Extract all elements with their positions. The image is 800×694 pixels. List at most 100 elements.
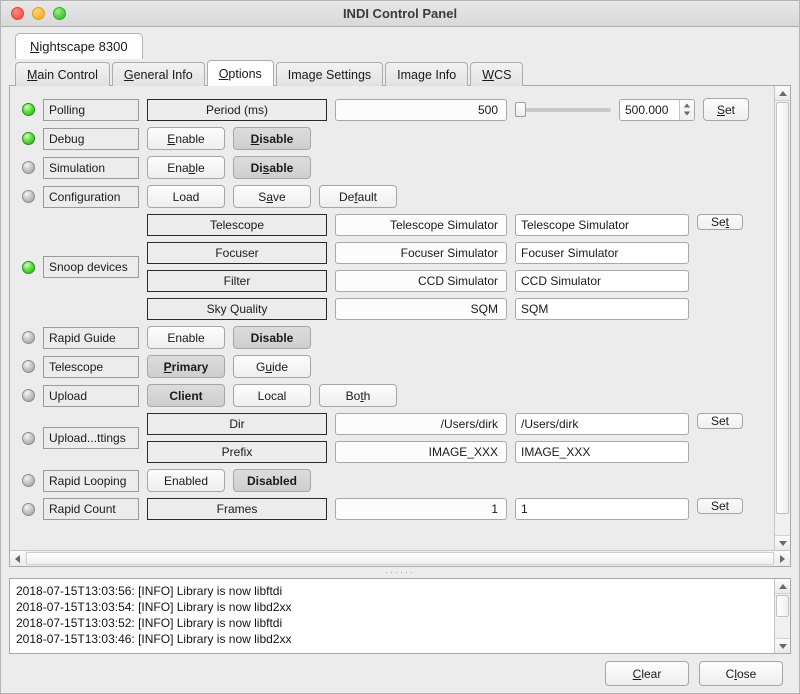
scroll-up-arrow[interactable] — [775, 86, 790, 101]
scroll-left-arrow[interactable] — [10, 551, 25, 566]
device-tab-nightscape-8300[interactable]: Nightscape 8300 — [15, 33, 143, 59]
switch-button-rapid-guide-enable[interactable]: Enable — [147, 326, 225, 349]
spinbox-decrement-icon[interactable] — [683, 111, 691, 116]
spinbox-arrows[interactable] — [679, 99, 694, 120]
set-button-upload-settings[interactable]: Set — [697, 413, 743, 429]
spinbox-increment-icon[interactable] — [683, 103, 691, 108]
tab-label: General Info — [123, 67, 193, 82]
property-label-polling: Polling — [43, 98, 139, 121]
tab-general-info[interactable]: General Info — [111, 62, 205, 86]
status-led-rapid-count — [22, 502, 35, 516]
switch-button-rapid-looping-enabled[interactable]: Enabled — [147, 469, 225, 492]
status-led-simulation — [22, 161, 35, 174]
property-row-polling: Polling Period (ms) 500 500.000 Set — [22, 98, 768, 121]
switch-button-upload-local[interactable]: Local — [233, 384, 311, 407]
log-list: 2018-07-15T13:03:56: [INFO] Library is n… — [10, 579, 774, 653]
text-group-upload-settings: Dir/Users/dirk/Users/dirk Prefix IMAGE_XXX… — [147, 413, 743, 463]
switch-button-upload-both[interactable]: Bo t h — [319, 384, 397, 407]
window-title: INDI Control Panel — [342, 6, 458, 21]
tab-options[interactable]: Options — [206, 60, 274, 86]
log-line: 2018-07-15T13:03:52: [INFO] Library is n… — [16, 616, 283, 630]
indi-control-panel-window: INDI Control Panel Nightscape 8300 Main … — [0, 0, 800, 694]
switch-button-telescope-primary[interactable]: Primary — [147, 355, 225, 378]
input-field-focuser[interactable]: Focuser Simulator — [515, 242, 689, 264]
splitter-handle[interactable]: ······ — [9, 567, 791, 578]
close-button[interactable]: Cl ose — [699, 661, 783, 686]
set-button-snoop-devices[interactable]: Se t — [697, 214, 743, 230]
switch-button-configuration-save[interactable]: Sa ve — [233, 185, 311, 208]
tab-main-control[interactable]: Main Control — [15, 62, 110, 86]
minimize-window-button[interactable] — [32, 7, 45, 20]
horizontal-scroll-thumb[interactable] — [26, 552, 774, 565]
switch-group-upload: Client Local Bo t h — [147, 384, 397, 407]
status-led-debug — [22, 132, 35, 145]
switch-button-rapid-looping-disabled[interactable]: Disabled — [233, 469, 311, 492]
switch-button-simulation-disable[interactable]: Di s able — [233, 156, 311, 179]
switch-group-debug: Enable Disable — [147, 127, 311, 150]
status-led-polling — [22, 103, 35, 116]
input-field-sky-quality[interactable]: SQM — [515, 298, 689, 320]
slider-polling[interactable] — [515, 99, 611, 121]
log-line: 2018-07-15T13:03:46: [INFO] Library is n… — [16, 632, 292, 646]
switch-button-upload-client[interactable]: Client — [147, 384, 225, 407]
vertical-scroll-thumb[interactable] — [776, 102, 789, 514]
log-scroll-thumb[interactable] — [776, 595, 789, 617]
switch-button-configuration-load[interactable]: Load — [147, 185, 225, 208]
property-label-rapid-count: Rapid Count — [43, 498, 139, 520]
property-fields-rapid-guide: Enable Disable — [147, 326, 311, 349]
input-field-telescope[interactable]: Telescope Simulator — [515, 214, 689, 236]
horizontal-scroll-track[interactable] — [25, 551, 775, 566]
switch-button-simulation-enable[interactable]: Ena b le — [147, 156, 225, 179]
input-field-dir[interactable]: /Users/dirk — [515, 413, 689, 435]
tab-wcs[interactable]: WCS — [470, 62, 524, 86]
spinbox-polling[interactable]: 500.000 — [619, 98, 695, 121]
switch-button-debug-enable[interactable]: Enable — [147, 127, 225, 150]
text-rows-snoop-devices: Telescope Telescope Simulator Telescope Si… — [147, 214, 689, 320]
tab-image-settings[interactable]: Image Settings — [275, 62, 384, 86]
vertical-scrollbar[interactable] — [774, 86, 790, 550]
spinbox-value[interactable]: 500.000 — [620, 100, 679, 120]
switch-button-telescope-guide[interactable]: Gu ide — [233, 355, 311, 378]
scroll-right-arrow[interactable] — [775, 551, 790, 566]
close-window-button[interactable] — [11, 7, 24, 20]
property-fields-snoop-devices: Telescope Telescope Simulator Telescope Si… — [147, 214, 743, 320]
switch-button-configuration-default[interactable]: De f ault — [319, 185, 397, 208]
property-label-snoop-devices: Snoop devices — [43, 256, 139, 278]
switch-button-debug-disable[interactable]: Disable — [233, 127, 311, 150]
input-field-frames[interactable]: 1 — [515, 498, 689, 520]
number-group-polling: Period (ms) 500 500.000 Set — [147, 98, 749, 121]
tab-image-info[interactable]: Image Info — [385, 62, 469, 86]
triangle-up-icon — [778, 583, 787, 589]
log-scroll-down-arrow[interactable] — [775, 638, 790, 653]
set-button-rapid-count[interactable]: Set — [697, 498, 743, 514]
property-fields-polling: Period (ms) 500 500.000 Set — [147, 98, 749, 121]
clear-button[interactable]: Clear — [605, 661, 689, 686]
property-label-simulation: Simulation — [43, 156, 139, 179]
tab-label: Image Info — [397, 67, 457, 82]
property-row-upload: Upload Client Local Bo t h — [22, 384, 768, 407]
property-fields-debug: Enable Disable — [147, 127, 311, 150]
slider-knob[interactable] — [515, 102, 526, 117]
horizontal-scrollbar[interactable] — [10, 550, 790, 566]
input-field-filter[interactable]: CCD Simulator — [515, 270, 689, 292]
text-row: Dir/Users/dirk/Users/dirk — [147, 413, 689, 435]
log-scroll-up-arrow[interactable] — [775, 579, 790, 594]
property-fields-simulation: Ena b le Di s able — [147, 156, 311, 179]
set-button-polling[interactable]: Set — [703, 98, 749, 121]
property-row-simulation: Simulation Ena b le Di s able — [22, 156, 768, 179]
scroll-down-arrow[interactable] — [775, 535, 790, 550]
property-fields-telescope: Primary Gu ide — [147, 355, 311, 378]
log-vertical-scrollbar[interactable] — [774, 579, 790, 653]
zoom-window-button[interactable] — [53, 7, 66, 20]
switch-button-rapid-guide-disable[interactable]: Disable — [233, 326, 311, 349]
input-field-prefix[interactable]: IMAGE_XXX — [515, 441, 689, 463]
element-label-prefix: Prefix — [147, 441, 327, 463]
status-led-upload-settings — [22, 431, 35, 445]
log-scroll-track[interactable] — [775, 594, 790, 638]
vertical-scroll-track[interactable] — [775, 101, 790, 535]
device-tab-label: Nightscape 8300 — [30, 39, 128, 54]
read-value-prefix: IMAGE_XXX — [335, 441, 507, 463]
footer-bar: Clear Cl ose — [1, 654, 799, 693]
text-group-rapid-count: Frames 1 1 Set — [147, 498, 743, 520]
property-label-rapid-looping: Rapid Looping — [43, 469, 139, 492]
